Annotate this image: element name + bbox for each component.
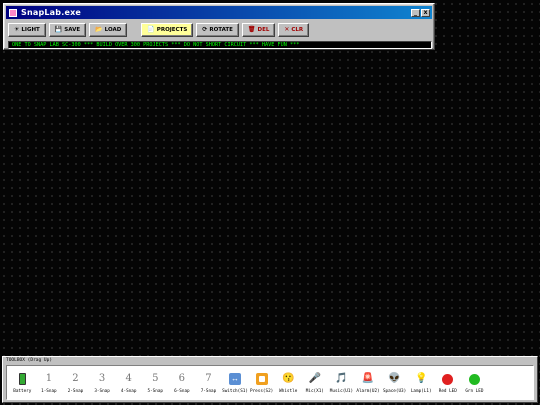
- document-icon: 📄: [147, 26, 155, 33]
- tool-label: 2-Snap: [67, 389, 84, 394]
- light-button[interactable]: ☀ LIGHT: [8, 23, 46, 37]
- tool-label: 7-Snap: [200, 389, 217, 394]
- press-icon: [255, 370, 268, 388]
- lamp-icon: 💡: [414, 373, 428, 384]
- switch-icon: ↔: [229, 373, 242, 385]
- number-1-icon: 1: [45, 373, 53, 384]
- save-button-label: SAVE: [64, 27, 81, 33]
- microphone-icon: 🎤: [308, 373, 322, 384]
- whistle-icon: 😗: [282, 373, 295, 384]
- tool-label: Press(S2): [249, 389, 274, 394]
- battery-icon: [18, 370, 26, 388]
- toolbox-panel: Battery 1 1-Snap 2 2-Snap 3 3-Snap 4 4-S…: [6, 365, 534, 400]
- clear-button-label: CLR: [291, 27, 304, 33]
- number-4-icon: 4: [125, 373, 132, 384]
- number-2-icon: 2: [72, 373, 79, 384]
- tool-1-snap[interactable]: 1 1-Snap: [36, 366, 63, 399]
- window-controls: _ x: [411, 8, 430, 17]
- light-button-label: LIGHT: [21, 27, 40, 33]
- sun-icon: ☀: [14, 26, 20, 33]
- tool-label: 5-Snap: [147, 389, 164, 394]
- rotate-button[interactable]: ⟳ ROTATE: [196, 23, 239, 37]
- tool-4-snap[interactable]: 4 4-Snap: [115, 366, 142, 399]
- status-marquee: ONE TO SNAP LAB SC-300 *** BUILD OVER 30…: [8, 41, 432, 49]
- folder-icon: 📂: [95, 26, 103, 33]
- projects-button-label: PROJECTS: [156, 27, 188, 33]
- breadboard-canvas[interactable]: [0, 52, 540, 354]
- app-icon: [9, 8, 17, 17]
- rotate-button-label: ROTATE: [209, 27, 233, 33]
- minimize-button[interactable]: _: [411, 8, 420, 17]
- tool-press[interactable]: Press(S2): [248, 366, 275, 399]
- tool-switch[interactable]: ↔ Switch(S1): [222, 366, 249, 399]
- tool-label: Grn LED: [465, 389, 484, 394]
- alarm-icon: 🚨: [361, 373, 375, 384]
- tool-mic[interactable]: 🎤 Mic(X1): [302, 366, 329, 399]
- tool-lamp[interactable]: 💡 Lamp(L1): [408, 366, 435, 399]
- tool-7-snap[interactable]: 7 7-Snap: [195, 366, 222, 399]
- delete-button[interactable]: 🗑 DEL: [241, 23, 276, 37]
- main-window: SnapLab.exe _ x ☀ LIGHT 💾 SAVE 📂 LOAD 📄 …: [3, 3, 435, 50]
- tool-label: 6-Snap: [174, 389, 190, 394]
- number-6-icon: 6: [178, 373, 186, 384]
- tool-label: Red LED: [438, 389, 457, 394]
- tool-alarm[interactable]: 🚨 Alarm(U2): [355, 366, 382, 399]
- green-led-icon: [468, 370, 480, 388]
- save-button[interactable]: 💾 SAVE: [48, 23, 87, 37]
- red-led-icon: [442, 370, 454, 388]
- tool-music[interactable]: 🎵 Music(U1): [328, 366, 355, 399]
- tool-whistle[interactable]: 😗 Whistle: [275, 366, 302, 399]
- floppy-disk-icon: 💾: [54, 26, 63, 33]
- tool-6-snap[interactable]: 6 6-Snap: [169, 366, 196, 399]
- title-bar[interactable]: SnapLab.exe _ x: [6, 6, 432, 19]
- tool-label: Space(U3): [382, 389, 407, 394]
- trash-icon: 🗑: [247, 26, 256, 33]
- tool-space[interactable]: 👽 Space(U3): [381, 366, 408, 399]
- tool-label: Switch(S1): [222, 389, 248, 394]
- close-icon: ✕: [284, 26, 290, 33]
- tool-label: Music(U1): [329, 389, 354, 394]
- tool-label: 4-Snap: [120, 389, 137, 394]
- toolbox: TOOLBOX (Drag Up) Battery 1 1-Snap 2 2-S…: [2, 356, 538, 403]
- close-button[interactable]: x: [421, 8, 430, 17]
- clear-button[interactable]: ✕ CLR: [278, 23, 310, 37]
- tool-5-snap[interactable]: 5 5-Snap: [142, 366, 169, 399]
- load-button[interactable]: 📂 LOAD: [89, 23, 128, 37]
- tool-label: 3-Snap: [94, 389, 110, 394]
- tool-label: Lamp(L1): [410, 389, 432, 394]
- tool-3-snap[interactable]: 3 3-Snap: [89, 366, 116, 399]
- tool-label: Battery: [13, 389, 32, 394]
- tool-label: Mic(X1): [305, 389, 324, 394]
- number-7-icon: 7: [205, 373, 212, 384]
- alien-icon: 👽: [388, 373, 401, 384]
- music-icon: 🎵: [335, 373, 348, 384]
- load-button-label: LOAD: [104, 27, 122, 33]
- tool-battery[interactable]: Battery: [9, 366, 36, 399]
- tool-label: 1-Snap: [41, 389, 57, 394]
- delete-button-label: DEL: [257, 27, 270, 33]
- tool-green-led[interactable]: Grn LED: [461, 366, 488, 399]
- number-3-icon: 3: [98, 373, 106, 384]
- tool-red-led[interactable]: Red LED: [435, 366, 462, 399]
- tool-label: Whistle: [279, 389, 298, 394]
- toolbar-separator: [130, 23, 138, 37]
- rotate-icon: ⟳: [202, 26, 208, 33]
- window-title: SnapLab.exe: [21, 8, 82, 17]
- toolbox-title: TOOLBOX (Drag Up): [6, 358, 53, 363]
- projects-button[interactable]: 📄 PROJECTS: [141, 23, 194, 37]
- tool-label: Alarm(U2): [356, 389, 380, 394]
- toolbar: ☀ LIGHT 💾 SAVE 📂 LOAD 📄 PROJECTS ⟳ ROTAT…: [8, 23, 310, 37]
- number-5-icon: 5: [152, 373, 159, 384]
- tool-2-snap[interactable]: 2 2-Snap: [62, 366, 89, 399]
